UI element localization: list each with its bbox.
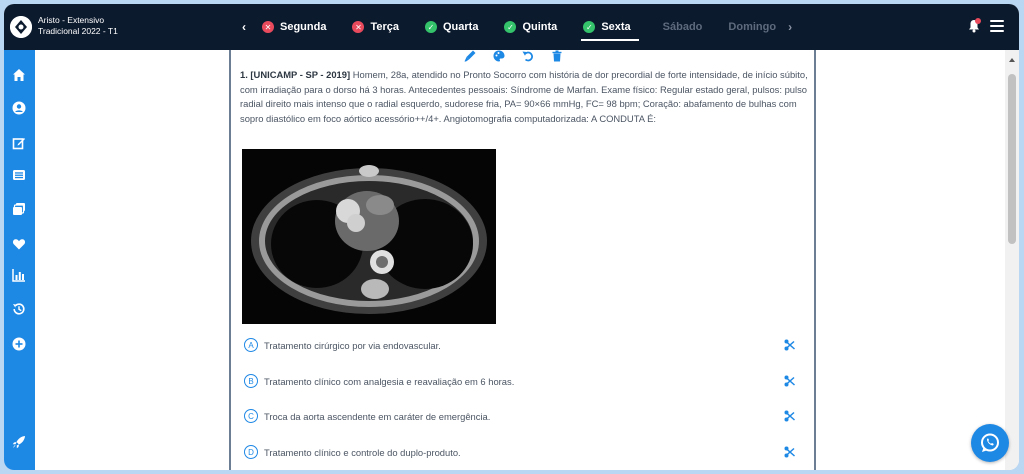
heart-icon[interactable] (10, 235, 28, 253)
logo-icon[interactable] (10, 16, 32, 38)
sidebar (4, 50, 35, 470)
whatsapp-icon (981, 433, 999, 452)
undo-icon[interactable] (522, 50, 534, 62)
option-text: Tratamento clínico com analgesia e reava… (264, 375, 515, 387)
tab-domingo[interactable]: Domingo (718, 4, 782, 50)
course-title: Aristo - Extensivo Tradicional 2022 - T1 (38, 15, 118, 37)
scroll-up-arrow-icon[interactable] (1009, 58, 1015, 62)
check-status-icon: ✓ (425, 21, 437, 33)
app-window: Aristo - Extensivo Tradicional 2022 - T1… (4, 4, 1019, 470)
tab-label: Sábado (662, 21, 703, 33)
option-letter: D (244, 445, 258, 459)
tab-label: Terça (370, 21, 399, 33)
scissors-icon[interactable] (784, 446, 796, 458)
option-letter: C (244, 409, 258, 423)
option-text: Troca da aorta ascendente em caráter de … (264, 410, 491, 422)
course-class: Tradicional 2022 - T1 (38, 26, 118, 36)
tab-terca[interactable]: ✕ Terça (342, 4, 415, 50)
course-name: Aristo - Extensivo (38, 15, 105, 25)
notification-badge (975, 18, 981, 24)
error-status-icon: ✕ (352, 21, 365, 33)
rocket-icon[interactable] (10, 433, 28, 451)
whatsapp-button[interactable] (971, 424, 1009, 462)
add-circle-icon[interactable] (10, 335, 28, 353)
option-letter: B (244, 374, 258, 388)
error-status-icon: ✕ (262, 21, 274, 33)
ct-scan-image (242, 149, 496, 324)
option-a[interactable]: A Tratamento cirúrgico por via endovascu… (244, 337, 804, 353)
option-d[interactable]: D Tratamento clínico e controle do duplo… (244, 444, 804, 460)
list-icon[interactable] (10, 166, 28, 184)
option-c[interactable]: C Troca da aorta ascendente em caráter d… (244, 408, 804, 424)
tab-label: Segunda (280, 21, 327, 33)
tab-label: Domingo (728, 21, 777, 33)
tab-quinta[interactable]: ✓ Quinta (494, 4, 573, 50)
scissors-icon[interactable] (784, 339, 796, 351)
check-status-icon: ✓ (583, 21, 596, 33)
scissors-icon[interactable] (784, 410, 796, 422)
vertical-scrollbar[interactable] (1005, 50, 1019, 470)
prev-day-button[interactable]: ‹ (236, 20, 252, 34)
home-icon[interactable] (10, 66, 28, 84)
option-b[interactable]: B Tratamento clínico com analgesia e rea… (244, 373, 804, 389)
tab-sabado[interactable]: Sábado (647, 4, 719, 50)
tab-segunda[interactable]: ✕ Segunda (252, 4, 342, 50)
day-tabs: ‹ ✕ Segunda ✕ Terça ✓ Quarta ✓ Quinta ✓ … (236, 4, 798, 50)
tab-label: Quarta (443, 21, 479, 33)
option-text: Tratamento cirúrgico por via endovascula… (264, 339, 441, 351)
question-reference: 1. [UNICAMP - SP - 2019] (240, 69, 351, 80)
scrollbar-thumb[interactable] (1008, 74, 1016, 244)
tab-quarta[interactable]: ✓ Quarta (415, 4, 494, 50)
scissors-icon[interactable] (784, 375, 796, 387)
highlighter-icon[interactable] (464, 50, 476, 62)
edit-icon[interactable] (10, 134, 28, 152)
tab-sexta[interactable]: ✓ Sexta (573, 4, 646, 50)
user-icon[interactable] (10, 99, 28, 117)
hamburger-menu-icon[interactable] (990, 20, 1004, 32)
question-toolbar (464, 50, 563, 62)
tab-label: Quinta (522, 21, 558, 33)
palette-icon[interactable] (493, 50, 505, 62)
history-icon[interactable] (10, 300, 28, 318)
question-statement: 1. [UNICAMP - SP - 2019] Homem, 28a, ate… (240, 68, 810, 126)
chart-icon[interactable] (10, 266, 28, 284)
next-day-button[interactable]: › (782, 20, 798, 34)
top-bar: Aristo - Extensivo Tradicional 2022 - T1… (4, 4, 1019, 50)
cards-icon[interactable] (10, 200, 28, 218)
option-text: Tratamento clínico e controle do duplo-p… (264, 446, 461, 458)
tab-label: Sexta (601, 21, 631, 33)
trash-icon[interactable] (551, 50, 563, 62)
check-status-icon: ✓ (504, 21, 517, 33)
option-letter: A (244, 338, 258, 352)
